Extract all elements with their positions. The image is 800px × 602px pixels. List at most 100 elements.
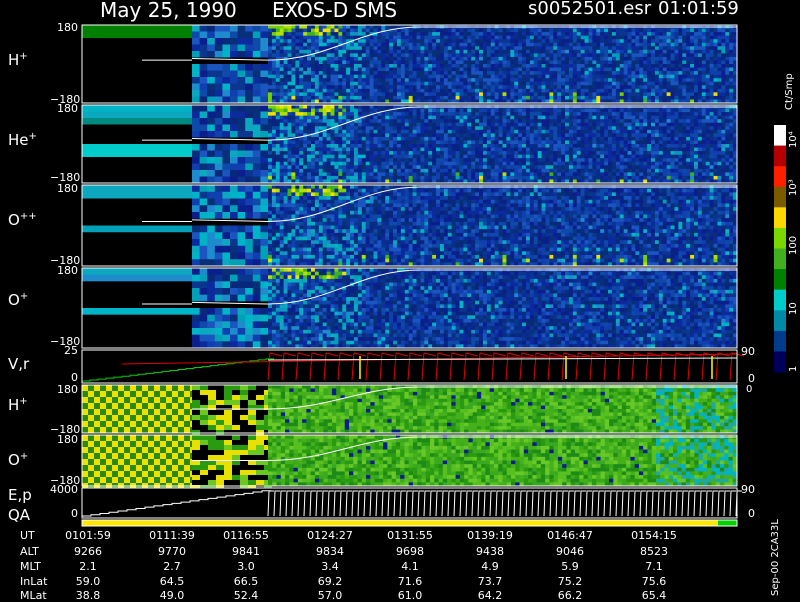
footer-cell-ut: 0111:39 — [140, 530, 204, 541]
footer-cell-mlat: 52.4 — [214, 590, 278, 601]
panel-label-7: E,p — [8, 488, 32, 503]
colorbar-segment — [774, 249, 786, 270]
footer-cell-inlat: 59.0 — [56, 576, 120, 587]
spectrogram-panel-3 — [82, 268, 738, 349]
footer-cell-mlt: 7.1 — [622, 561, 686, 572]
footer-cell-alt: 9841 — [214, 546, 278, 557]
panel-right-bot-4: 0 — [748, 373, 755, 384]
footer-cell-mlat: 49.0 — [140, 590, 204, 601]
panel-label-6: O+ — [8, 452, 28, 468]
footer-cell-ut: 0139:19 — [458, 530, 522, 541]
colorbar-tick: 10⁴ — [788, 131, 799, 148]
panel-label-text: E,p — [8, 486, 32, 504]
spectrogram-plot — [0, 0, 800, 600]
panel-label-5: H+ — [8, 397, 28, 413]
panel-label-text: V,r — [8, 355, 29, 373]
colorbar-segment — [774, 290, 786, 311]
footer-cell-ut: 0116:55 — [214, 530, 278, 541]
footer-cell-mlt: 2.1 — [56, 561, 120, 572]
panel-label-1: He+ — [8, 132, 37, 148]
panel-label-text: QA — [8, 506, 30, 524]
footer-cell-mlt: 5.9 — [538, 561, 602, 572]
footer-cell-ut: 0131:55 — [378, 530, 442, 541]
footer-cell-inlat: 66.5 — [214, 576, 278, 587]
panel-label-text: H — [8, 51, 19, 69]
panel-right-bot-7: 0 — [748, 508, 755, 519]
corner-label: Sep-00 2CA33L — [770, 519, 781, 596]
footer-cell-alt: 9770 — [140, 546, 204, 557]
footer-cell-inlat: 71.6 — [378, 576, 442, 587]
panel-ymax-3: 180 — [57, 265, 78, 276]
footer-cell-mlt: 3.0 — [214, 561, 278, 572]
velocity-panel — [82, 350, 744, 383]
colorbar-segment — [774, 351, 786, 372]
energy-pitch-panel — [82, 488, 742, 518]
footer-row-label-mlt: MLT — [20, 561, 41, 572]
spectrogram-panel-2 — [82, 185, 738, 267]
panel-label-8: QA — [8, 508, 30, 523]
footer-cell-inlat: 73.7 — [458, 576, 522, 587]
footer-cell-alt: 9046 — [538, 546, 602, 557]
panel-ymax-1: 180 — [57, 103, 78, 114]
footer-cell-alt: 9698 — [378, 546, 442, 557]
footer-cell-ut: 0124:27 — [298, 530, 362, 541]
panel-ymax-2: 180 — [57, 183, 78, 194]
colorbar-segment — [774, 125, 786, 146]
colorbar-tick: 10³ — [788, 179, 799, 196]
panel-label-sup: + — [19, 51, 27, 62]
footer-cell-alt: 8523 — [622, 546, 686, 557]
colorbar-tick: 100 — [788, 236, 799, 255]
colorbar-segment — [774, 187, 786, 208]
footer-cell-mlat: 38.8 — [56, 590, 120, 601]
panel-label-text: O — [8, 291, 20, 309]
colorbar-segment — [774, 331, 786, 352]
footer-row-label-mlat: MLat — [20, 590, 47, 601]
energy-panel-1 — [82, 435, 738, 490]
colorbar-tick: 0 — [746, 384, 752, 395]
footer-cell-mlt: 4.9 — [458, 561, 522, 572]
panel-right-top-4: 90 — [741, 346, 755, 357]
colorbar-tick: 1 — [788, 366, 799, 372]
footer-row-label-alt: ALT — [20, 546, 39, 557]
panel-right-top-7: 90 — [741, 484, 755, 495]
footer-row-label-inlat: InLat — [20, 576, 47, 587]
qa-bar — [82, 520, 737, 526]
colorbar-segment — [774, 228, 786, 249]
footer-cell-mlt: 2.7 — [140, 561, 204, 572]
panel-label-sup: + — [20, 451, 28, 462]
panel-label-sup: ++ — [20, 211, 37, 222]
panel-label-0: H+ — [8, 52, 28, 68]
colorbar-segment — [774, 310, 786, 331]
title-file: s0052501.esr — [528, 0, 651, 18]
footer-cell-alt: 9834 — [298, 546, 362, 557]
panel-label-3: O+ — [8, 292, 28, 308]
panel-ymax-6: 180 — [57, 434, 78, 445]
colorbar-segment — [774, 269, 786, 290]
footer-cell-ut: 0154:15 — [622, 530, 686, 541]
footer-cell-alt: 9438 — [458, 546, 522, 557]
panel-label-text: O — [8, 451, 20, 469]
panel-ymax-7: 4000 — [50, 484, 78, 495]
footer-cell-inlat: 75.2 — [538, 576, 602, 587]
panel-ymin-7: 0 — [71, 508, 78, 519]
footer-cell-mlat: 57.0 — [298, 590, 362, 601]
title-time: 01:01:59 — [658, 0, 739, 18]
colorbar-unit: Ct/Smp — [784, 73, 795, 110]
panel-label-text: He — [8, 131, 29, 149]
panel-label-sup: + — [19, 396, 27, 407]
energy-panel-0 — [82, 385, 738, 435]
footer-cell-mlt: 3.4 — [298, 561, 362, 572]
colorbar-segment — [774, 146, 786, 167]
title-date: May 25, 1990 — [100, 0, 237, 20]
footer-cell-mlat: 61.0 — [378, 590, 442, 601]
footer-cell-alt: 9266 — [56, 546, 120, 557]
colorbar-segment — [774, 207, 786, 228]
footer-cell-inlat: 75.6 — [622, 576, 686, 587]
panel-ymin-4: 0 — [71, 372, 78, 383]
panel-label-text: O — [8, 211, 20, 229]
panel-label-sup: + — [29, 131, 37, 142]
colorbar-segment — [774, 166, 786, 187]
panel-ymax-0: 180 — [57, 22, 78, 33]
footer-cell-ut: 0146:47 — [538, 530, 602, 541]
colorbar-tick: 10 — [788, 302, 799, 315]
